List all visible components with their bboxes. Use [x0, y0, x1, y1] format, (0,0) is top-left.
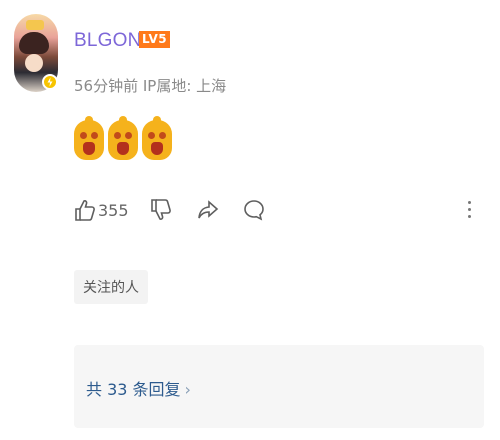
- following-tag: 关注的人: [74, 270, 148, 304]
- shocked-emoji-icon: [74, 116, 104, 160]
- replies-panel[interactable]: 共 33 条回复 ›: [74, 345, 484, 428]
- comment-content: [74, 116, 172, 160]
- comment-meta: 56分钟前 IP属地: 上海: [74, 77, 227, 95]
- level-badge: LV5: [139, 31, 171, 48]
- avatar-face: [25, 54, 43, 72]
- replies-count-label: 共 33 条回复: [86, 380, 181, 399]
- avatar-hair: [19, 32, 49, 54]
- avatar[interactable]: [14, 14, 58, 92]
- avatar-decoration: [26, 20, 44, 30]
- verified-badge-icon: [42, 74, 58, 90]
- dislike-button[interactable]: [150, 196, 172, 224]
- shocked-emoji-icon: [108, 116, 138, 160]
- thumbs-down-icon: [151, 199, 171, 220]
- comment-icon: [244, 200, 264, 221]
- reply-button[interactable]: [242, 196, 266, 224]
- like-count: 355: [98, 200, 129, 220]
- like-button[interactable]: 355: [74, 196, 129, 224]
- share-icon: [198, 200, 219, 219]
- share-button[interactable]: [196, 196, 220, 224]
- view-replies-link[interactable]: 共 33 条回复 ›: [86, 376, 191, 400]
- more-vertical-icon[interactable]: [468, 201, 471, 222]
- shocked-emoji-icon: [142, 116, 172, 160]
- chevron-right-icon: ›: [184, 380, 191, 399]
- thumbs-up-icon: [75, 200, 95, 221]
- comment-item: BLGON LV5 56分钟前 IP属地: 上海 355 关注的人 共 33 条…: [0, 0, 500, 440]
- username[interactable]: BLGON: [74, 30, 142, 52]
- action-bar: 355: [74, 196, 494, 224]
